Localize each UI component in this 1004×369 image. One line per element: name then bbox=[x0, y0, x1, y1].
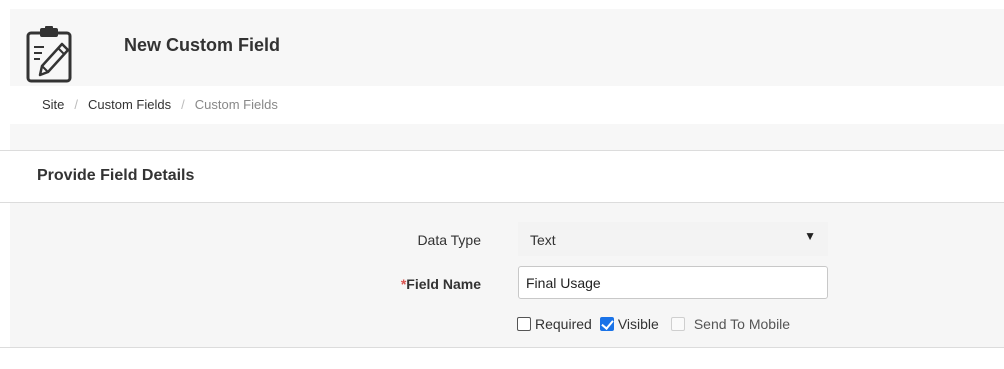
visible-checkbox-box[interactable] bbox=[599, 317, 614, 331]
required-checkbox-box[interactable] bbox=[517, 317, 531, 331]
field-name-label: *Field Name bbox=[401, 276, 481, 292]
divider bbox=[0, 150, 1004, 151]
field-name-label-text: Field Name bbox=[406, 276, 481, 292]
breadcrumb-separator: / bbox=[74, 97, 79, 112]
field-name-input[interactable] bbox=[518, 266, 828, 299]
section-title: Provide Field Details bbox=[37, 167, 195, 184]
breadcrumb-item-site[interactable]: Site bbox=[42, 97, 64, 112]
breadcrumb-item-custom-fields[interactable]: Custom Fields bbox=[88, 97, 171, 112]
data-type-select[interactable]: Text ▼ bbox=[518, 222, 828, 256]
required-checkbox-label: Required bbox=[535, 316, 592, 332]
check-icon bbox=[601, 317, 614, 330]
header-band bbox=[10, 124, 1004, 150]
form-panel bbox=[10, 203, 1004, 347]
required-checkbox[interactable]: Required bbox=[517, 316, 592, 332]
divider bbox=[0, 347, 1004, 348]
breadcrumb-separator: / bbox=[181, 97, 185, 112]
page-title: New Custom Field bbox=[124, 35, 281, 55]
send-to-mobile-checkbox-label: Send To Mobile bbox=[693, 316, 791, 332]
page-header: New Custom Field bbox=[10, 9, 1004, 86]
data-type-value: Text bbox=[530, 232, 556, 248]
chevron-down-icon: ▼ bbox=[804, 229, 816, 243]
send-to-mobile-checkbox[interactable]: Send To Mobile bbox=[670, 316, 791, 332]
breadcrumb-item-current: Custom Fields bbox=[194, 97, 278, 112]
clipboard-edit-icon bbox=[26, 26, 72, 83]
breadcrumb: Site / Custom Fields / Custom Fields bbox=[10, 86, 1004, 124]
field-options: Required Visible Send To Mobile bbox=[517, 314, 790, 334]
visible-checkbox-label: Visible bbox=[617, 316, 659, 332]
data-type-label: Data Type bbox=[417, 232, 481, 248]
send-to-mobile-checkbox-box[interactable] bbox=[670, 317, 685, 331]
visible-checkbox[interactable]: Visible bbox=[599, 316, 659, 332]
page: New Custom Field Site / Custom Fields / Cust… bbox=[0, 0, 1004, 369]
